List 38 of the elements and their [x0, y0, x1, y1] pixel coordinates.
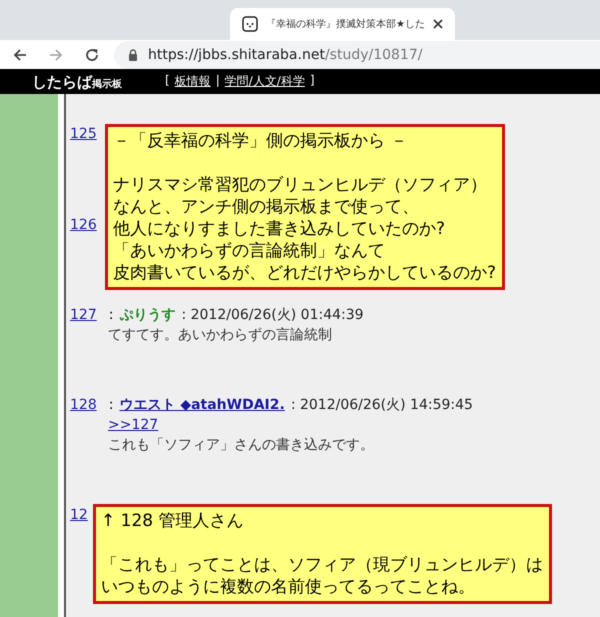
post-number-link[interactable]: 126 [70, 215, 97, 235]
close-icon[interactable] [433, 19, 443, 29]
callout-text: 「あいかわらずの言論統制」なんて [113, 240, 386, 262]
post-number-link[interactable]: 128 [70, 395, 97, 415]
colon: : [108, 396, 114, 415]
cat-face-icon [242, 16, 258, 32]
browser-tab[interactable]: 『幸福の科学』撲滅対策本部★した [230, 8, 455, 40]
tab-title: 『幸福の科学』撲滅対策本部★した [266, 18, 425, 31]
site-logo[interactable]: したらば掲示板 [0, 72, 165, 92]
callout-text: 他人になりすました書き込みしていたのか? [113, 218, 446, 240]
separator: | [216, 73, 220, 89]
callout-text: 「これも」ってことは、ソフィア（現ブリュンヒルデ）は [101, 554, 543, 576]
nav-link[interactable]: 学問/人文/科学 [224, 73, 305, 90]
callout-text: ナリスマシ常習犯のブリュンヒルデ（ソフィア） [113, 174, 488, 196]
callout-text: なんと、アンチ側の掲示板まで使って、 [113, 196, 420, 218]
reply-link[interactable]: >>127 [108, 415, 600, 435]
callout-text: 皮肉書いているが、どれだけやらかしているのか? [113, 262, 496, 284]
nav-link[interactable]: 板情報 [174, 73, 211, 90]
bracket: ] [310, 73, 315, 89]
back-icon[interactable] [12, 46, 28, 62]
address-bar[interactable]: https://jbbs.shitaraba.net/study/10817/ [114, 40, 600, 68]
reload-icon[interactable] [84, 46, 100, 62]
callout-heading: －「反幸福の科学」側の掲示板から － [113, 130, 408, 152]
post-number-link[interactable]: 127 [70, 305, 97, 325]
url-text: https://jbbs.shitaraba.net/study/10817/ [148, 46, 422, 62]
post-text: これも「ソフィア」さんの書き込みです。 [108, 436, 375, 455]
bracket: [ [165, 73, 170, 89]
colon: : [108, 306, 114, 325]
post-number-link[interactable]: 12 [70, 505, 88, 525]
lock-icon [128, 48, 138, 60]
callout-heading: ↑ 128 管理人さん [101, 510, 244, 532]
poster-name: ぷりうす [119, 306, 176, 325]
poster-name-link[interactable]: ウエスト ◆atahWDAI2. [119, 395, 285, 415]
post-number-link[interactable]: 125 [70, 124, 97, 144]
post-date: : 2012/06/26(火) 14:59:45 [290, 396, 473, 415]
post-date: : 2012/06/26(火) 01:44:39 [181, 306, 364, 325]
post-text: てすてす。あいかわらずの言論統制 [108, 326, 333, 345]
callout-text: いつものように複数の名前使ってるってことね。 [101, 576, 476, 598]
